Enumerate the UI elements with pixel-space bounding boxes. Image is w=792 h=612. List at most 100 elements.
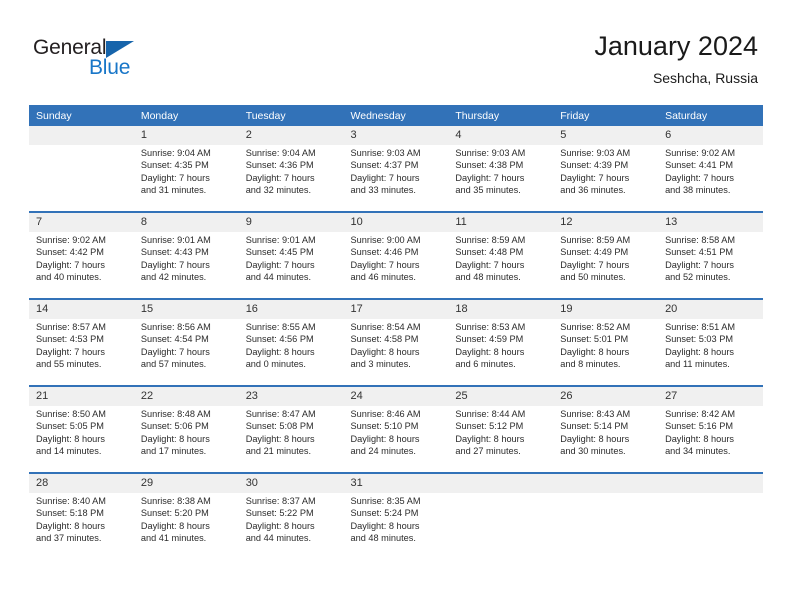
day-info-line: Daylight: 8 hours xyxy=(455,346,525,357)
day-cell-21[interactable]: Sunrise: 8:50 AM Sunset: 5:05 PM Daylight:… xyxy=(29,406,134,472)
day-cell-24[interactable]: Sunrise: 8:46 AM Sunset: 5:10 PM Daylight:… xyxy=(343,406,449,472)
day-number-23[interactable]: 23 xyxy=(238,387,344,406)
day-info-line: and 32 minutes. xyxy=(245,185,312,196)
day-cell-25[interactable]: Sunrise: 8:44 AM Sunset: 5:12 PM Daylight:… xyxy=(448,406,554,472)
day-number-1[interactable]: 1 xyxy=(133,126,239,145)
day-cell-12[interactable]: Sunrise: 8:59 AM Sunset: 4:49 PM Daylight:… xyxy=(553,232,659,298)
day-number-8[interactable]: 8 xyxy=(133,213,239,232)
day-number-11[interactable]: 11 xyxy=(448,213,554,232)
day-number-10[interactable]: 10 xyxy=(343,213,449,232)
day-cell-3[interactable]: Sunrise: 9:03 AM Sunset: 4:37 PM Daylight:… xyxy=(343,145,449,211)
day-detail-row: Sunrise: 9:04 AM Sunset: 4:35 PM Daylight:… xyxy=(29,145,763,211)
day-cell-17[interactable]: Sunrise: 8:54 AM Sunset: 4:58 PM Daylight:… xyxy=(343,319,449,385)
day-info-line: Sunrise: 9:04 AM xyxy=(245,148,316,158)
day-cell-29[interactable]: Sunrise: 8:38 AM Sunset: 5:20 PM Daylight:… xyxy=(133,493,239,559)
day-info-line: Sunset: 4:39 PM xyxy=(560,160,629,171)
day-number-3[interactable]: 3 xyxy=(343,126,449,145)
day-info-line: Sunset: 4:58 PM xyxy=(350,334,419,345)
day-number-29[interactable]: 29 xyxy=(133,474,239,493)
day-number-17[interactable]: 17 xyxy=(343,300,449,319)
day-detail-row: Sunrise: 8:40 AM Sunset: 5:18 PM Daylight:… xyxy=(29,493,763,559)
day-number-12[interactable]: 12 xyxy=(553,213,659,232)
day-cell-11[interactable]: Sunrise: 8:59 AM Sunset: 4:48 PM Daylight:… xyxy=(448,232,554,298)
day-info-line: Sunrise: 9:01 AM xyxy=(140,235,211,245)
day-number-26[interactable]: 26 xyxy=(553,387,659,406)
day-number-24[interactable]: 24 xyxy=(343,387,449,406)
day-number-7[interactable]: 7 xyxy=(29,213,134,232)
day-cell-26[interactable]: Sunrise: 8:43 AM Sunset: 5:14 PM Daylight:… xyxy=(553,406,659,472)
day-cell-19[interactable]: Sunrise: 8:52 AM Sunset: 5:01 PM Daylight:… xyxy=(553,319,659,385)
day-number-20[interactable]: 20 xyxy=(658,300,763,319)
day-number-21[interactable]: 21 xyxy=(29,387,134,406)
day-cell-27[interactable]: Sunrise: 8:42 AM Sunset: 5:16 PM Daylight:… xyxy=(658,406,763,472)
day-info-line: and 14 minutes. xyxy=(36,446,102,457)
day-number-row: 28 29 30 31 xyxy=(29,474,763,493)
day-number-27[interactable]: 27 xyxy=(658,387,763,406)
general-blue-logo[interactable]: General Blue xyxy=(33,36,233,88)
day-info-line: Sunset: 5:05 PM xyxy=(36,421,104,432)
day-cell-9[interactable]: Sunrise: 9:01 AM Sunset: 4:45 PM Daylight:… xyxy=(238,232,344,298)
day-info-line: and 35 minutes. xyxy=(455,185,521,196)
day-number-15[interactable]: 15 xyxy=(133,300,239,319)
day-info-line: Sunrise: 8:46 AM xyxy=(350,409,421,419)
weekday-header-saturday: Saturday xyxy=(658,105,763,126)
day-cell-22[interactable]: Sunrise: 8:48 AM Sunset: 5:06 PM Daylight:… xyxy=(133,406,239,472)
day-cell-13[interactable]: Sunrise: 8:58 AM Sunset: 4:51 PM Daylight:… xyxy=(658,232,763,298)
day-cell-2[interactable]: Sunrise: 9:04 AM Sunset: 4:36 PM Daylight:… xyxy=(238,145,344,211)
day-number-6[interactable]: 6 xyxy=(658,126,763,145)
day-number-2[interactable]: 2 xyxy=(238,126,344,145)
day-info-line: Daylight: 8 hours xyxy=(350,346,420,357)
day-info-line: Daylight: 7 hours xyxy=(455,172,525,183)
day-cell-10[interactable]: Sunrise: 9:00 AM Sunset: 4:46 PM Daylight:… xyxy=(343,232,449,298)
day-info-line: Sunrise: 8:58 AM xyxy=(665,235,736,245)
day-info-line: and 17 minutes. xyxy=(140,446,207,457)
day-number-31[interactable]: 31 xyxy=(343,474,449,493)
day-info-line: and 36 minutes. xyxy=(560,185,626,196)
day-info-line: and 55 minutes. xyxy=(36,359,102,370)
day-info-line: and 52 minutes. xyxy=(665,272,731,283)
day-info-line: Daylight: 7 hours xyxy=(36,346,105,357)
day-cell-8[interactable]: Sunrise: 9:01 AM Sunset: 4:43 PM Daylight:… xyxy=(133,232,239,298)
day-cell-7[interactable]: Sunrise: 9:02 AM Sunset: 4:42 PM Daylight:… xyxy=(29,232,134,298)
day-number-9[interactable]: 9 xyxy=(238,213,344,232)
day-number-19[interactable]: 19 xyxy=(553,300,659,319)
day-number-4[interactable]: 4 xyxy=(448,126,554,145)
day-info-line: Daylight: 7 hours xyxy=(350,172,420,183)
day-number-22[interactable]: 22 xyxy=(133,387,239,406)
day-cell-30[interactable]: Sunrise: 8:37 AM Sunset: 5:22 PM Daylight:… xyxy=(238,493,344,559)
day-info-line: Sunrise: 9:03 AM xyxy=(560,148,631,158)
day-cell-5[interactable]: Sunrise: 9:03 AM Sunset: 4:39 PM Daylight:… xyxy=(553,145,659,211)
day-info-line: Sunrise: 9:03 AM xyxy=(350,148,421,158)
day-info-line: Sunrise: 9:01 AM xyxy=(245,235,316,245)
day-number-14[interactable]: 14 xyxy=(29,300,134,319)
day-info-line: Sunrise: 9:02 AM xyxy=(36,235,106,245)
day-info-line: Daylight: 8 hours xyxy=(665,346,735,357)
day-number-18[interactable]: 18 xyxy=(448,300,554,319)
day-info-line: Sunset: 4:37 PM xyxy=(350,160,419,171)
day-number-28[interactable]: 28 xyxy=(29,474,134,493)
day-number-25[interactable]: 25 xyxy=(448,387,554,406)
day-cell-1[interactable]: Sunrise: 9:04 AM Sunset: 4:35 PM Daylight:… xyxy=(133,145,239,211)
day-info-line: Daylight: 7 hours xyxy=(665,259,735,270)
day-cell-14[interactable]: Sunrise: 8:57 AM Sunset: 4:53 PM Daylight:… xyxy=(29,319,134,385)
calendar-header-row: Sunday Monday Tuesday Wednesday Thursday Frid… xyxy=(29,105,763,126)
day-cell-28[interactable]: Sunrise: 8:40 AM Sunset: 5:18 PM Daylight:… xyxy=(29,493,134,559)
day-cell-4[interactable]: Sunrise: 9:03 AM Sunset: 4:38 PM Daylight:… xyxy=(448,145,554,211)
day-number-row: 7 8 9 10 11 12 13 xyxy=(29,213,763,232)
day-cell-31[interactable]: Sunrise: 8:35 AM Sunset: 5:24 PM Daylight:… xyxy=(343,493,449,559)
day-info-line: Daylight: 7 hours xyxy=(36,259,105,270)
day-cell-15[interactable]: Sunrise: 8:56 AM Sunset: 4:54 PM Daylight:… xyxy=(133,319,239,385)
day-cell-6[interactable]: Sunrise: 9:02 AM Sunset: 4:41 PM Daylight:… xyxy=(658,145,763,211)
day-cell-20[interactable]: Sunrise: 8:51 AM Sunset: 5:03 PM Daylight:… xyxy=(658,319,763,385)
day-number-16[interactable]: 16 xyxy=(238,300,344,319)
day-info-line: Sunrise: 8:44 AM xyxy=(455,409,526,419)
day-cell-18[interactable]: Sunrise: 8:53 AM Sunset: 4:59 PM Daylight:… xyxy=(448,319,554,385)
day-info-line: and 37 minutes. xyxy=(36,533,102,544)
day-number-30[interactable]: 30 xyxy=(238,474,344,493)
weekday-header-wednesday: Wednesday xyxy=(343,105,449,126)
day-cell-23[interactable]: Sunrise: 8:47 AM Sunset: 5:08 PM Daylight:… xyxy=(238,406,344,472)
day-number-empty xyxy=(553,474,659,493)
day-cell-16[interactable]: Sunrise: 8:55 AM Sunset: 4:56 PM Daylight:… xyxy=(238,319,344,385)
day-number-13[interactable]: 13 xyxy=(658,213,763,232)
day-number-5[interactable]: 5 xyxy=(553,126,659,145)
